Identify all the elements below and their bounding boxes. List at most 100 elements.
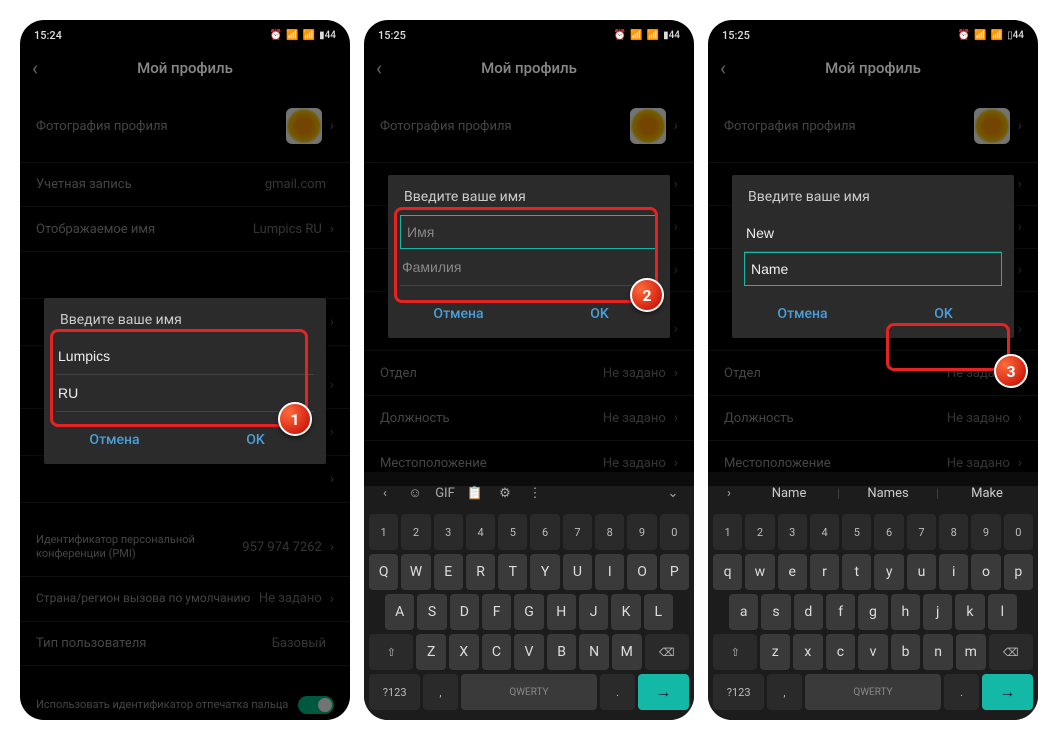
key-c[interactable]: c: [826, 634, 856, 670]
enter-key[interactable]: →: [982, 674, 1033, 710]
last-name-input[interactable]: [56, 375, 314, 412]
key-e[interactable]: e: [778, 554, 807, 590]
key-d[interactable]: d: [794, 594, 823, 630]
key-Z[interactable]: Z: [416, 634, 446, 670]
key-b[interactable]: b: [891, 634, 921, 670]
key-o[interactable]: o: [971, 554, 1000, 590]
cancel-button[interactable]: Отмена: [732, 294, 873, 334]
key-0[interactable]: 0: [660, 514, 689, 550]
gear-icon[interactable]: ⚙: [493, 481, 517, 505]
key-9[interactable]: 9: [627, 514, 656, 550]
key-F[interactable]: F: [482, 594, 511, 630]
key-8[interactable]: 8: [595, 514, 624, 550]
space-key[interactable]: QWERTY: [461, 674, 598, 710]
row-display-name[interactable]: Отображаемое имя Lumpics RU ›: [20, 207, 350, 252]
first-name-input[interactable]: [744, 215, 1002, 252]
key-I[interactable]: I: [595, 554, 624, 590]
period-key[interactable]: .: [600, 674, 634, 710]
toggle-fingerprint[interactable]: [298, 696, 334, 714]
ok-button[interactable]: OK: [873, 294, 1014, 334]
key-p[interactable]: p: [1004, 554, 1033, 590]
first-name-input[interactable]: [400, 215, 658, 249]
row-dept[interactable]: Отдел Не задано ›: [364, 351, 694, 396]
key-5[interactable]: 5: [498, 514, 527, 550]
key-k[interactable]: k: [955, 594, 984, 630]
key-Q[interactable]: Q: [369, 554, 398, 590]
key-l[interactable]: l: [988, 594, 1017, 630]
key-m[interactable]: m: [956, 634, 986, 670]
key-q[interactable]: q: [713, 554, 742, 590]
key-3[interactable]: 3: [778, 514, 807, 550]
last-name-input[interactable]: [400, 249, 658, 286]
key-7[interactable]: 7: [907, 514, 936, 550]
key-B[interactable]: B: [547, 634, 577, 670]
key-K[interactable]: K: [611, 594, 640, 630]
key-x[interactable]: x: [793, 634, 823, 670]
key-4[interactable]: 4: [466, 514, 495, 550]
suggestion-2[interactable]: Names: [846, 486, 930, 501]
key-J[interactable]: J: [579, 594, 608, 630]
key-T[interactable]: T: [498, 554, 527, 590]
key-R[interactable]: R: [466, 554, 495, 590]
comma-key[interactable]: ,: [423, 674, 457, 710]
row-fingerprint[interactable]: Использовать идентификатор отпечатка пал…: [20, 682, 350, 720]
key-P[interactable]: P: [660, 554, 689, 590]
key-Y[interactable]: Y: [530, 554, 559, 590]
key-1[interactable]: 1: [369, 514, 398, 550]
row-user-type[interactable]: Тип пользователя Базовый: [20, 622, 350, 666]
symbols-key[interactable]: ?123: [369, 674, 420, 710]
key-5[interactable]: 5: [842, 514, 871, 550]
key-E[interactable]: E: [434, 554, 463, 590]
cancel-button[interactable]: Отмена: [388, 294, 529, 334]
row-profile-photo[interactable]: Фотография профиля ›: [708, 90, 1038, 163]
period-key[interactable]: .: [944, 674, 978, 710]
key-H[interactable]: H: [547, 594, 576, 630]
key-D[interactable]: D: [450, 594, 479, 630]
key-g[interactable]: g: [858, 594, 887, 630]
key-i[interactable]: i: [939, 554, 968, 590]
key-8[interactable]: 8: [939, 514, 968, 550]
hide-keyboard-icon[interactable]: ⌄: [661, 481, 685, 505]
key-7[interactable]: 7: [563, 514, 592, 550]
key-S[interactable]: S: [417, 594, 446, 630]
symbols-key[interactable]: ?123: [713, 674, 764, 710]
key-3[interactable]: 3: [434, 514, 463, 550]
key-z[interactable]: z: [760, 634, 790, 670]
key-v[interactable]: v: [858, 634, 888, 670]
keyboard[interactable]: ‹ ☺ GIF 📋 ⚙ ⋮ ⌄ 1234567890 QWERTYUIOP AS…: [364, 472, 694, 720]
collapse-icon[interactable]: ‹: [373, 481, 397, 505]
key-s[interactable]: s: [761, 594, 790, 630]
more-icon[interactable]: ⋮: [523, 481, 547, 505]
key-6[interactable]: 6: [530, 514, 559, 550]
key-u[interactable]: u: [907, 554, 936, 590]
clipboard-icon[interactable]: 📋: [463, 481, 487, 505]
backspace-key[interactable]: ⌫: [645, 634, 689, 670]
row-region[interactable]: Страна/регион вызова по умолчанию Не зад…: [20, 577, 350, 622]
row-profile-photo[interactable]: Фотография профиля ›: [20, 90, 350, 163]
row-profile-photo[interactable]: Фотография профиля ›: [364, 90, 694, 163]
key-N[interactable]: N: [579, 634, 609, 670]
key-n[interactable]: n: [923, 634, 953, 670]
comma-key[interactable]: ,: [767, 674, 801, 710]
row-1[interactable]: [20, 252, 350, 299]
key-U[interactable]: U: [563, 554, 592, 590]
shift-key[interactable]: ⇧: [369, 634, 413, 670]
key-0[interactable]: 0: [1004, 514, 1033, 550]
suggestion-1[interactable]: Name: [747, 486, 831, 501]
last-name-input[interactable]: [744, 252, 1002, 286]
key-2[interactable]: 2: [401, 514, 430, 550]
row-dept[interactable]: Отдел Не задано ›: [708, 351, 1038, 396]
key-t[interactable]: t: [842, 554, 871, 590]
key-O[interactable]: O: [627, 554, 656, 590]
space-key[interactable]: QWERTY: [805, 674, 942, 710]
key-9[interactable]: 9: [971, 514, 1000, 550]
key-C[interactable]: C: [482, 634, 512, 670]
sticker-icon[interactable]: ☺: [403, 481, 427, 505]
row-position[interactable]: Должность Не задано ›: [364, 396, 694, 441]
key-j[interactable]: j: [923, 594, 952, 630]
key-a[interactable]: a: [729, 594, 758, 630]
key-y[interactable]: y: [874, 554, 903, 590]
keyboard[interactable]: › Name | Names | Make 1234567890 qwertyu…: [708, 472, 1038, 720]
suggestion-3[interactable]: Make: [945, 486, 1029, 501]
row-position[interactable]: Должность Не задано ›: [708, 396, 1038, 441]
